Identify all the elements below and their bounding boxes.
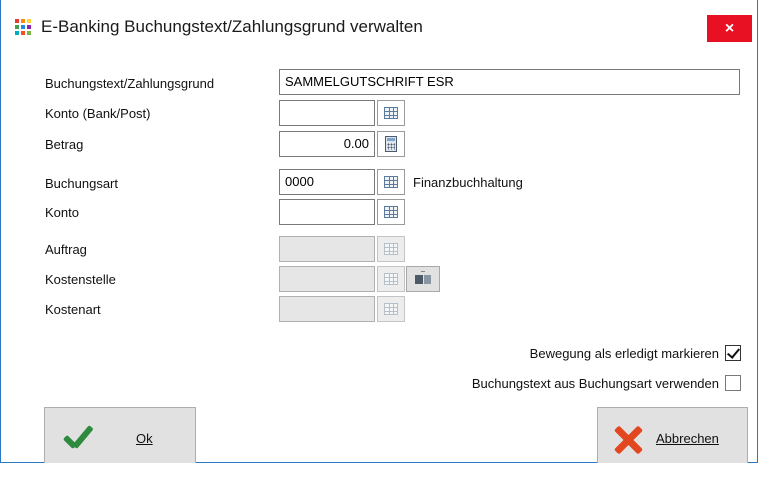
auftrag-input — [279, 236, 375, 262]
buchungsart-description: Finanzbuchhaltung — [413, 175, 523, 190]
buchungstext-aus-buchungsart-option[interactable]: Buchungstext aus Buchungsart verwenden — [472, 375, 741, 391]
kostenstelle-lookup-button — [377, 266, 405, 292]
table-icon — [384, 206, 398, 218]
x-icon — [613, 425, 643, 455]
buchungsart-lookup-button[interactable] — [377, 169, 405, 195]
buchungstext-aus-buchungsart-label: Buchungstext aus Buchungsart verwenden — [471, 375, 719, 391]
kostenart-label: Kostenart — [45, 302, 101, 317]
calculator-icon — [385, 136, 397, 152]
betrag-input[interactable]: 0.00 — [279, 131, 375, 157]
kostenart-input — [279, 296, 375, 322]
table-icon — [384, 107, 398, 119]
ok-button[interactable]: Ok — [44, 407, 196, 470]
kostenstelle-input — [279, 266, 375, 292]
ok-button-label: Ok — [136, 431, 153, 446]
konto-bank-post-label: Konto (Bank/Post) — [45, 106, 151, 121]
checkmark-icon — [61, 425, 95, 453]
table-icon — [384, 243, 398, 255]
konto-lookup-button[interactable] — [377, 199, 405, 225]
buchungsart-input[interactable]: 0000 — [279, 169, 375, 195]
background-area — [0, 463, 758, 490]
table-icon — [384, 303, 398, 315]
split-icon — [414, 271, 432, 287]
close-button[interactable]: × — [707, 15, 752, 42]
betrag-label: Betrag — [45, 137, 84, 152]
cancel-button-label: Abbrechen — [656, 431, 719, 446]
konto-label: Konto — [45, 205, 79, 220]
title-bar: E-Banking Buchungstext/Zahlungsgrund ver… — [1, 0, 757, 46]
dialog-window: E-Banking Buchungstext/Zahlungsgrund ver… — [0, 0, 758, 470]
kostenstelle-split-button[interactable] — [406, 266, 440, 292]
window-title: E-Banking Buchungstext/Zahlungsgrund ver… — [41, 17, 423, 36]
konto-bank-post-lookup-button[interactable] — [377, 100, 405, 126]
konto-input[interactable] — [279, 199, 375, 225]
cancel-button[interactable]: Abbrechen — [597, 407, 748, 470]
buchungsart-label: Buchungsart — [45, 176, 118, 191]
konto-bank-post-input[interactable] — [279, 100, 375, 126]
kostenstelle-label: Kostenstelle — [45, 272, 116, 287]
erledigt-option[interactable]: Bewegung als erledigt markieren — [530, 345, 741, 361]
table-icon — [384, 273, 398, 285]
buchungstext-aus-buchungsart-checkbox[interactable] — [725, 375, 741, 391]
erledigt-label: Bewegung als erledigt markieren — [529, 345, 719, 361]
kostenart-lookup-button — [377, 296, 405, 322]
calculator-button[interactable] — [377, 131, 405, 157]
buchungstext-label: Buchungstext/Zahlungsgrund — [45, 76, 215, 91]
auftrag-label: Auftrag — [45, 242, 87, 257]
buchungstext-input[interactable]: SAMMELGUTSCHRIFT ESR — [279, 69, 740, 95]
app-grid-icon — [15, 19, 31, 35]
auftrag-lookup-button — [377, 236, 405, 262]
erledigt-checkbox[interactable] — [725, 345, 741, 361]
table-icon — [384, 176, 398, 188]
